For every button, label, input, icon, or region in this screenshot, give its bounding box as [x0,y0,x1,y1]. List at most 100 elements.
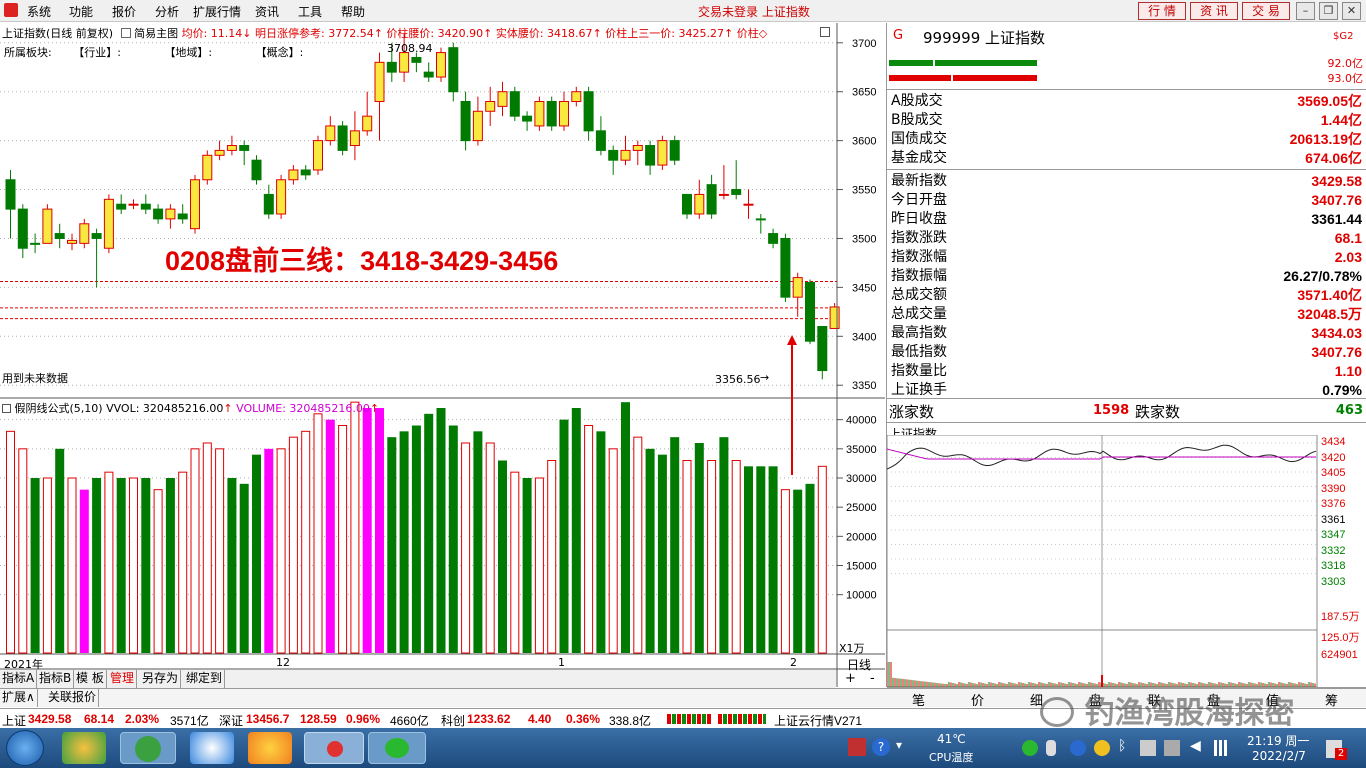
menu-tools[interactable]: 工具 [298,3,322,20]
zoom-in-button[interactable]: + [845,671,856,686]
panel-toggle-icon[interactable] [820,27,830,37]
volume-bar [178,471,188,654]
tab-bind-to[interactable]: 绑定到 [184,670,226,688]
volume-bar [350,401,360,654]
side-tab[interactable]: 价 [971,690,984,709]
taskbar-cloud-icon[interactable] [190,732,234,764]
kline-chart-panel[interactable]: 3700 3650 3600 3550 3500 3450 3400 3350 40000 350… [0,23,885,688]
tray-printer-icon[interactable] [1164,740,1180,756]
intraday-mini-chart[interactable] [887,435,1366,687]
tray-app-icon[interactable] [848,738,866,756]
tray-arrow-icon[interactable]: ▾ [896,738,910,756]
volume-bar [608,448,618,654]
trade-button[interactable]: 交 易 [1242,2,1290,20]
quote-row-value: 3407.76 [1311,192,1362,208]
ticker-sh-label: 上证 [2,714,27,728]
menu-system[interactable]: 系统 [27,3,51,20]
menu-function[interactable]: 功能 [69,3,93,20]
menu-report[interactable]: 报价 [112,3,136,20]
volume-bar [190,448,200,654]
date-2: 2 [790,656,797,669]
volume-bar [30,478,40,653]
expand-button[interactable]: 扩展∧ [0,689,38,707]
quote-button[interactable]: 行 情 [1138,2,1186,20]
quote-row: 昨日收盘 3361.44 [889,210,1365,229]
template-name[interactable]: 简易主图 [134,27,178,40]
tab-indicator-a[interactable]: 指标A [0,670,38,688]
bluetooth-icon[interactable]: ᛒ [1118,738,1126,754]
related-quote-tab[interactable]: 关联报价 [46,689,100,707]
volume-bar [79,489,89,653]
quote-row-label: 今日开盘 [891,192,947,208]
tab-template[interactable]: 模 板 [74,670,107,688]
side-tab[interactable]: 笔 [912,690,925,709]
future-data-note: 用到未来数据 [2,372,68,385]
mini-axis-label: 3390 [1321,482,1346,495]
volume-axis-label: 40000 [846,415,877,427]
menu-help[interactable]: 帮助 [341,3,365,20]
quote-row-label: A股成交 [891,93,943,109]
taskbar-wechat-icon[interactable] [368,732,426,764]
kline-chart-svg[interactable]: 3700 3650 3600 3550 3500 3450 3400 3350 40000 350… [0,23,885,687]
tray-plus-icon[interactable] [1094,740,1110,756]
quote-side-panel: G 999999 上证指数 $G2 92.0亿 93.0亿 A股成交 3569.0… [886,23,1366,688]
wechat-logo-icon [1040,697,1074,727]
start-button[interactable] [6,730,44,766]
close-icon[interactable]: ✕ [1342,2,1361,20]
volume-bar [141,478,151,653]
quote-row: B股成交 1.44亿 [889,111,1365,130]
price-axis-label: 3650 [852,87,876,99]
indicator-tab-bar: 指标A 指标B 模 板 管理 另存为 绑定到 [0,670,836,688]
volume-axis-label: 20000 [846,531,877,543]
volume-bar [67,477,77,654]
zoom-out-button[interactable]: - [870,671,875,686]
date-12: 12 [276,656,290,669]
taskbar-stock-app-icon[interactable] [304,732,364,764]
waist-price: 价柱腰价: 3420.90 [386,27,484,40]
candle [251,155,262,185]
menu-extended[interactable]: 扩展行情 [193,3,241,20]
network-icon[interactable] [1214,740,1230,756]
quote-row-value: 3571.40亿 [1297,287,1362,303]
flow-value-1: 92.0亿 [1327,57,1364,70]
menu-info[interactable]: 资讯 [255,3,279,20]
quote-row-value: 674.06亿 [1305,150,1362,166]
tray-shield-icon[interactable] [1070,740,1086,756]
price-axis-label: 3700 [852,38,876,50]
restore-icon[interactable]: ❐ [1319,2,1338,20]
volume-bar [362,408,372,653]
quote-row: 最高指数 3434.03 [889,324,1365,343]
high-label: 3708.94 [387,42,433,55]
up-count: 1598 [1093,403,1130,418]
side-tab[interactable]: 筹 [1325,690,1338,709]
notification-badge: 2 [1335,748,1347,760]
volume-bar [42,477,52,654]
menu-analysis[interactable]: 分析 [155,3,179,20]
volume-icon[interactable]: ◀ [1190,738,1201,754]
volume-bar [276,448,286,654]
template-icon[interactable] [120,28,131,38]
limit-ref: 明日涨停参考: 3772.54 [255,27,374,40]
candle [829,303,840,329]
minimize-icon[interactable]: – [1296,2,1315,20]
taskbar-k-app-icon[interactable] [248,732,292,764]
taskbar-browser-icon[interactable] [120,732,176,764]
mini-axis-label: 624901 [1321,649,1358,661]
volume-bar [116,478,126,653]
tab-manage[interactable]: 管理 [108,670,138,688]
volume-bar [239,483,249,653]
tab-indicator-b[interactable]: 指标B [37,670,75,688]
tab-save-as[interactable]: 另存为 [140,670,182,688]
tray-device-icon[interactable] [1140,740,1156,756]
taskbar-app-colorful-icon[interactable] [62,732,106,764]
volume-bar [338,425,348,654]
volume-bar [633,436,643,654]
mini-axis-label: 3347 [1321,529,1346,541]
quote-row-label: 最新指数 [891,173,947,189]
news-button[interactable]: 资 讯 [1190,2,1238,20]
price-axis-label: 3400 [852,331,876,343]
help-icon[interactable]: ? [872,738,890,756]
mini-axis-label: 3376 [1321,498,1346,510]
thermometer-icon[interactable] [1046,740,1056,756]
tray-wechat-icon[interactable] [1022,740,1038,756]
